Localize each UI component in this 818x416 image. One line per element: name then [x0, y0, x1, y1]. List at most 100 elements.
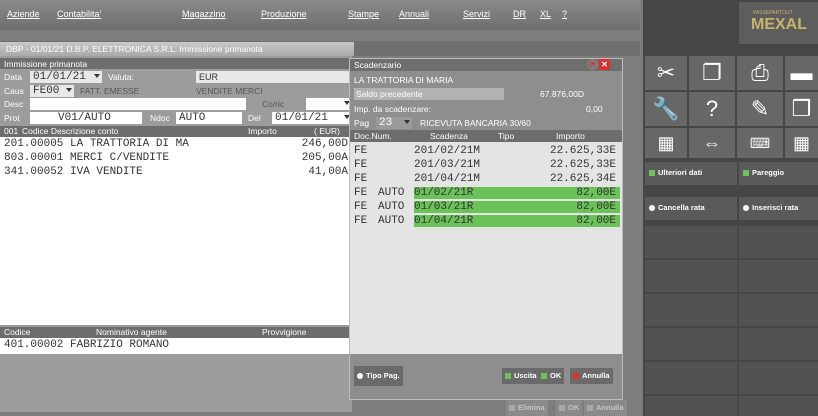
bottom-ok-button[interactable]: OK	[556, 400, 583, 416]
primanota-window: Immissione primanota Data 01/01/21 Valut…	[0, 56, 352, 412]
saldo-label: Saldo precedente	[356, 89, 423, 99]
table-row[interactable]: 803.00001 MERCI C/VENDITE 205,00A	[0, 153, 352, 164]
menu-aziende[interactable]: Aziende	[7, 9, 40, 19]
expand-icon[interactable]: ⇔	[689, 128, 735, 158]
scad-row[interactable]: FE 201/03/21M 22.625,33E	[354, 159, 620, 171]
menu-bar: Aziende Contabilita' Magazzino Produzion…	[0, 0, 640, 30]
empty-tile[interactable]	[645, 226, 737, 258]
empty-tile[interactable]	[645, 362, 737, 394]
ulteriori-dati-button[interactable]: Ulteriori dati	[645, 162, 737, 185]
del-field[interactable]: 01/01/21	[272, 112, 352, 124]
table-row[interactable]: 341.00052 IVA VENDITE 41,00A	[0, 167, 352, 178]
caus-type: VENDITE MERCI	[196, 86, 263, 96]
colric-field[interactable]	[306, 98, 352, 110]
wrench-icon[interactable]: 🔧	[645, 92, 687, 126]
inserisci-rata-button[interactable]: Inserisci rata	[739, 197, 818, 220]
elimina-button[interactable]: Elimina	[506, 400, 548, 416]
scad-row-scadenza: 201/03/21M	[414, 159, 481, 171]
scad-row-highlighted[interactable]: FE AUTO 01/04/21R 82,00E	[354, 215, 620, 227]
bottom-annulla-button[interactable]: Annulla	[584, 400, 627, 416]
empty-tile[interactable]	[739, 226, 818, 258]
bottom-ok-icon	[559, 405, 565, 412]
empty-tile[interactable]	[739, 362, 818, 394]
scad-row-highlighted[interactable]: FE AUTO 01/03/21R 82,00E	[354, 201, 620, 213]
empty-tile[interactable]	[739, 260, 818, 292]
right-toolbar: PASSEPARTOUT MEXAL ✂ ❐ ⎙ ▬ 🔧 ? ✎ ❒ ▦ ⇔ ⌨…	[643, 0, 818, 416]
menu-stampe[interactable]: Stampe	[348, 9, 379, 19]
scad-row-importo: 82,00E	[576, 215, 616, 227]
pareggio-button[interactable]: Pareggio	[739, 162, 818, 185]
table-row[interactable]: 201.00005 LA TRATTORIA DI MA 246,00D	[0, 139, 352, 150]
scadenzario-title: Scadenzario	[354, 60, 402, 70]
ulteriori-dati-label: Ulteriori dati	[658, 168, 703, 177]
menu-dr[interactable]: DR	[513, 9, 526, 19]
keyboard-icon[interactable]: ⌨	[737, 128, 783, 158]
scad-row-highlighted[interactable]: FE AUTO 01/02/21R 82,00E	[354, 187, 620, 199]
scad-row-scadenza: 201/02/21M	[414, 145, 481, 157]
empty-tile[interactable]	[739, 396, 818, 416]
prot-label: Prot	[4, 113, 20, 123]
grid-header-codice: Codice Descrizione conto	[22, 126, 119, 136]
edit-icon[interactable]: ✎	[737, 92, 783, 126]
caus-field[interactable]: FE00	[30, 85, 74, 97]
caus-label: Caus	[4, 86, 24, 96]
agent-grid-body: 401.00002 FABRIZIO ROMANO	[0, 338, 352, 354]
menu-servizi[interactable]: Servizi	[463, 9, 490, 19]
menu-annuali[interactable]: Annuali	[399, 9, 429, 19]
close-icon[interactable]: ✕	[599, 59, 610, 70]
desc-field[interactable]	[30, 98, 246, 110]
data-label: Data	[4, 72, 22, 82]
agent-header-nominativo: Nominativo agente	[96, 327, 167, 337]
row-conto: 201.00005 LA TRATTORIA DI MA	[4, 138, 189, 150]
menu-xl[interactable]: XL	[540, 9, 551, 19]
scad-row[interactable]: FE 201/02/21M 22.625,33E	[354, 145, 620, 157]
menu-help[interactable]: ?	[562, 9, 567, 19]
prot-field[interactable]: V01/AUTO	[30, 112, 142, 124]
empty-tile[interactable]	[645, 294, 737, 326]
help-icon[interactable]: ?	[689, 92, 735, 126]
annulla-icon	[573, 373, 579, 380]
inserisci-rata-label: Inserisci rata	[752, 203, 799, 212]
cancella-rata-button[interactable]: Cancella rata	[645, 197, 737, 220]
refresh-icon[interactable]: ⟳	[587, 59, 598, 70]
annulla-button[interactable]: Annulla	[570, 368, 613, 384]
pag-field[interactable]: 23	[376, 117, 412, 129]
empty-tile[interactable]	[645, 396, 737, 416]
scad-row-num: AUTO	[378, 187, 405, 199]
grid-icon[interactable]: ▦	[785, 128, 818, 158]
grid-body: 201.00005 LA TRATTORIA DI MA 246,00D 803…	[0, 137, 352, 325]
menu-produzione[interactable]: Produzione	[261, 9, 307, 19]
scad-row[interactable]: FE 201/04/21M 22.625,34E	[354, 173, 620, 185]
scad-row-tipo: FE	[354, 201, 368, 213]
empty-tile[interactable]	[739, 294, 818, 326]
menu-contabilita[interactable]: Contabilita'	[57, 9, 101, 19]
tipo-pag-label: Tipo Pag.	[366, 371, 400, 380]
tipo-pag-button[interactable]: Tipo Pag.	[354, 366, 403, 386]
copy-icon[interactable]: ❐	[689, 56, 735, 90]
scissors-icon[interactable]: ✂	[645, 56, 687, 90]
valuta-field[interactable]: EUR	[196, 71, 352, 83]
ok-button[interactable]: OK	[538, 368, 565, 384]
uscita-icon	[505, 373, 511, 380]
elimina-label: Elimina	[518, 403, 545, 412]
agent-header-provvigione: Provvigione	[262, 327, 307, 337]
printer-alt-icon[interactable]: ▬	[785, 56, 818, 90]
menu-magazzino[interactable]: Magazzino	[182, 9, 226, 19]
row-importo: 246,00D	[301, 138, 348, 150]
calculator-icon[interactable]: ▦	[645, 128, 687, 158]
ndoc-label: Ndoc	[150, 113, 170, 123]
data-field[interactable]: 01/01/21	[30, 71, 102, 83]
box-icon[interactable]: ❒	[785, 92, 818, 126]
ndoc-field[interactable]: AUTO	[176, 112, 242, 124]
printer-icon[interactable]: ⎙	[737, 56, 783, 90]
agent-row[interactable]: 401.00002 FABRIZIO ROMANO	[0, 340, 352, 351]
imp-label: Imp. da scadenzare:	[354, 104, 432, 114]
scadenzario-title-bar: Scadenzario	[350, 59, 622, 71]
ok-label: OK	[550, 371, 562, 380]
scad-row-tipo: FE	[354, 159, 368, 171]
empty-tile[interactable]	[645, 260, 737, 292]
empty-tile[interactable]	[645, 328, 737, 360]
uscita-button[interactable]: Uscita	[502, 368, 540, 384]
empty-tile[interactable]	[739, 328, 818, 360]
tab-immissione-primanota[interactable]: DBP - 01/01/21 D.B.P. ELETTRONICA S.R.L.…	[0, 42, 354, 56]
